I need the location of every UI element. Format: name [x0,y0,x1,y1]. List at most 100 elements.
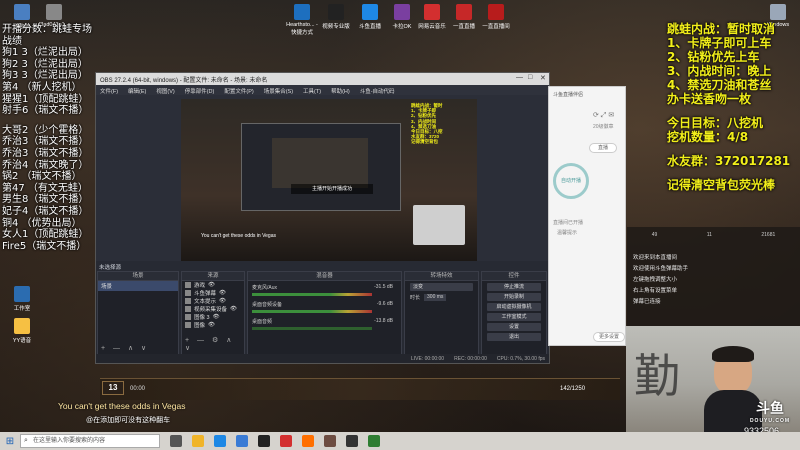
obs-preview[interactable]: 跳蛙内战：暂时 1、卡牌子即 2、钻粉优先 3、内战时间 4、禁选刀油 今日目标：八挖 水友… [181,99,477,261]
record-line: 第47 （有文无蛙） [2,182,88,194]
desktop-icon[interactable]: 斗鱼直播 [352,4,388,30]
scene-item[interactable]: 场景 [98,281,178,291]
eye-icon[interactable]: 👁 [208,282,215,288]
source-item[interactable]: 图像 3 👁 [182,313,244,321]
menu-douyu[interactable]: 斗鱼-自动代码 [360,87,395,95]
record-line: 乔治3（瑞文不播） [2,136,89,148]
status-rec: REC: 00:00:00 [454,356,487,362]
source-type-icon [185,314,191,320]
eye-icon[interactable]: 👁 [213,314,220,320]
record-line: 乔治4（瑞文晚了） [2,159,89,171]
rule-line: 4、禁选刀油和苍丝 [667,78,772,92]
screenshot-icon[interactable] [368,435,380,447]
app-icon [362,4,378,20]
source-item[interactable]: 文本提示 👁 [182,297,244,305]
douyu-assistant-window[interactable]: 斗鱼直播伴侣 ⟳ ⤢ ✉ 直播 自动开播 直播间已开播 温馨提示 20级徽章 更… [548,86,626,346]
menu-edit[interactable]: 编辑(E) [128,87,146,95]
desktop-icon[interactable]: YY语音 [4,318,40,344]
menu-help[interactable]: 帮助(H) [331,87,350,95]
edge-icon[interactable] [214,435,226,447]
source-item[interactable]: 视频采集设备 👁 [182,305,244,313]
eye-icon[interactable]: 👁 [230,306,237,312]
app-icon [328,4,344,20]
task-view-icon[interactable] [170,435,182,447]
eye-icon[interactable]: 👁 [219,298,226,304]
douyu-settings-button[interactable]: 更多设置 [593,332,625,342]
close-icon[interactable]: ✕ [540,74,546,82]
app-icon [488,4,504,20]
nested-overlay-line: 记得清空背包 [411,139,438,145]
store-icon[interactable] [236,435,248,447]
source-type-icon [185,306,191,312]
preview-caption: You can't get these odds in Vegas [201,233,276,239]
menu-docks[interactable]: 停靠部件(D) [185,87,215,95]
record-line: 开播分数：跳蛙专场 [2,24,92,35]
control-button[interactable]: 退出 [487,333,541,341]
hearthstone-icon[interactable] [324,435,336,447]
menu-file[interactable]: 文件(F) [100,87,118,95]
danmaku-chat-panel[interactable]: 49 11 21681 欢迎来到本直播间 欢迎使用斗鱼弹幕助手 左键拖拽调整大小 右上… [627,227,800,337]
chat-message: 欢迎来到本直播间 [633,255,678,261]
transition-duration-input[interactable]: 300 ms [424,294,447,301]
obs-icon[interactable] [258,435,270,447]
controls-dock-title: 控件 [482,272,546,281]
app-icon [14,318,30,334]
source-name: 游戏 [194,283,206,289]
obs-window[interactable]: OBS 27.2.4 (64-bit, windows) - 配置文件: 未命名… [95,72,550,364]
eye-icon[interactable]: 👁 [208,322,215,328]
maximize-icon[interactable]: □ [528,74,532,81]
taskbar-search-input[interactable]: ⌕ 在这里输入你要搜索的内容 [20,434,160,448]
menu-tools[interactable]: 工具(T) [303,87,321,95]
douyu-hint: 温馨提示 [557,230,578,236]
file-explorer-icon[interactable] [192,435,204,447]
desktop-icon-label: 斗鱼直播 [358,24,381,30]
stream-rules-overlay: 跳蛙内战：暂时取消 1、卡牌子即可上车 2、钻粉优先上车 3、内战时间：晚上 4、禁选刀… [667,22,800,192]
transition-select[interactable]: 淡变 [410,283,473,291]
desktop-icon[interactable]: 一直直播 [446,4,482,30]
douyu-more-button[interactable]: 直播 [589,143,617,153]
control-button[interactable]: 工作室模式 [487,313,541,321]
desktop-icon-label: Hearthsto... - 快捷方式 [286,22,318,36]
chat-stat-viewers: 21681 [761,232,776,238]
chat-message: 左键拖拽调整大小 [633,277,678,283]
source-item[interactable]: 图像 👁 [182,321,244,329]
menu-scene-collection[interactable]: 场景集合(S) [264,87,293,95]
desktop-icon[interactable]: 视频专业版 [318,4,354,30]
terminal-icon[interactable] [346,435,358,447]
minimize-icon[interactable]: — [516,74,523,81]
desktop-icon[interactable]: 网易云音乐 [414,4,450,30]
start-button[interactable]: ⊞ [0,432,20,450]
control-button[interactable]: 设置 [487,323,541,331]
scene-dock-toolbar[interactable]: + — ∧ ∨ [101,344,149,352]
menu-profile[interactable]: 配置文件(P) [224,87,253,95]
mixer-dock-title: 混音器 [248,272,401,281]
source-item[interactable]: 斗鱼弹幕 👁 [182,289,244,297]
control-button[interactable]: 启动虚拟摄像机 [487,303,541,311]
streamer-hair [712,346,754,362]
game-hud-bar [100,378,620,400]
douyu-toolbar-icons[interactable]: ⟳ ⤢ ✉ [593,111,614,120]
goal-progress: 挖机数量：4/8 [667,130,749,144]
source-item[interactable]: 游戏 👁 [182,281,244,289]
control-button[interactable]: 停止推流 [487,283,541,291]
desktop-icon[interactable]: Hearthsto... - 快捷方式 [284,4,320,36]
douyu-logo-text: 斗鱼 [756,400,784,416]
game-exp-counter: 142/1250 [560,386,586,392]
app-icon [394,4,410,20]
auto-start-ring[interactable]: 自动开播 [553,163,589,199]
desktop-icon[interactable]: 一直直播间 [478,4,514,30]
menu-view[interactable]: 视图(V) [156,87,174,95]
obs-titlebar[interactable]: OBS 27.2.4 (64-bit, windows) - 配置文件: 未命名… [96,73,549,85]
obs-docks: 未选择源 场景 场景 + — ∧ ∨ 来源 游戏 👁 斗鱼弹幕 👁 文本提示 👁 视频采集设… [96,261,549,363]
source-dock-toolbar[interactable]: + — ⚙ ∧ ∨ [185,336,244,352]
control-button[interactable]: 开始录制 [487,293,541,301]
preview-capture: 跳蛙内战：暂时 1、卡牌子即 2、钻粉优先 3、内战时间 4、禁选刀油 今日目标：八挖 水友… [181,99,477,261]
douyu-icon[interactable] [302,435,314,447]
record-line: 男生8（瑞文不播） [2,194,89,206]
stream-start-toast: 主播开始开播成功 [291,184,373,194]
netease-music-icon[interactable] [280,435,292,447]
desktop-icon[interactable]: 工作室 [4,286,40,312]
sources-dock: 来源 游戏 👁 斗鱼弹幕 👁 文本提示 👁 视频采集设备 👁 图像 3 👁 图像 👁 + — ⚙ ∧ … [181,271,245,355]
eye-icon[interactable]: 👁 [219,290,226,296]
source-type-icon [185,322,191,328]
